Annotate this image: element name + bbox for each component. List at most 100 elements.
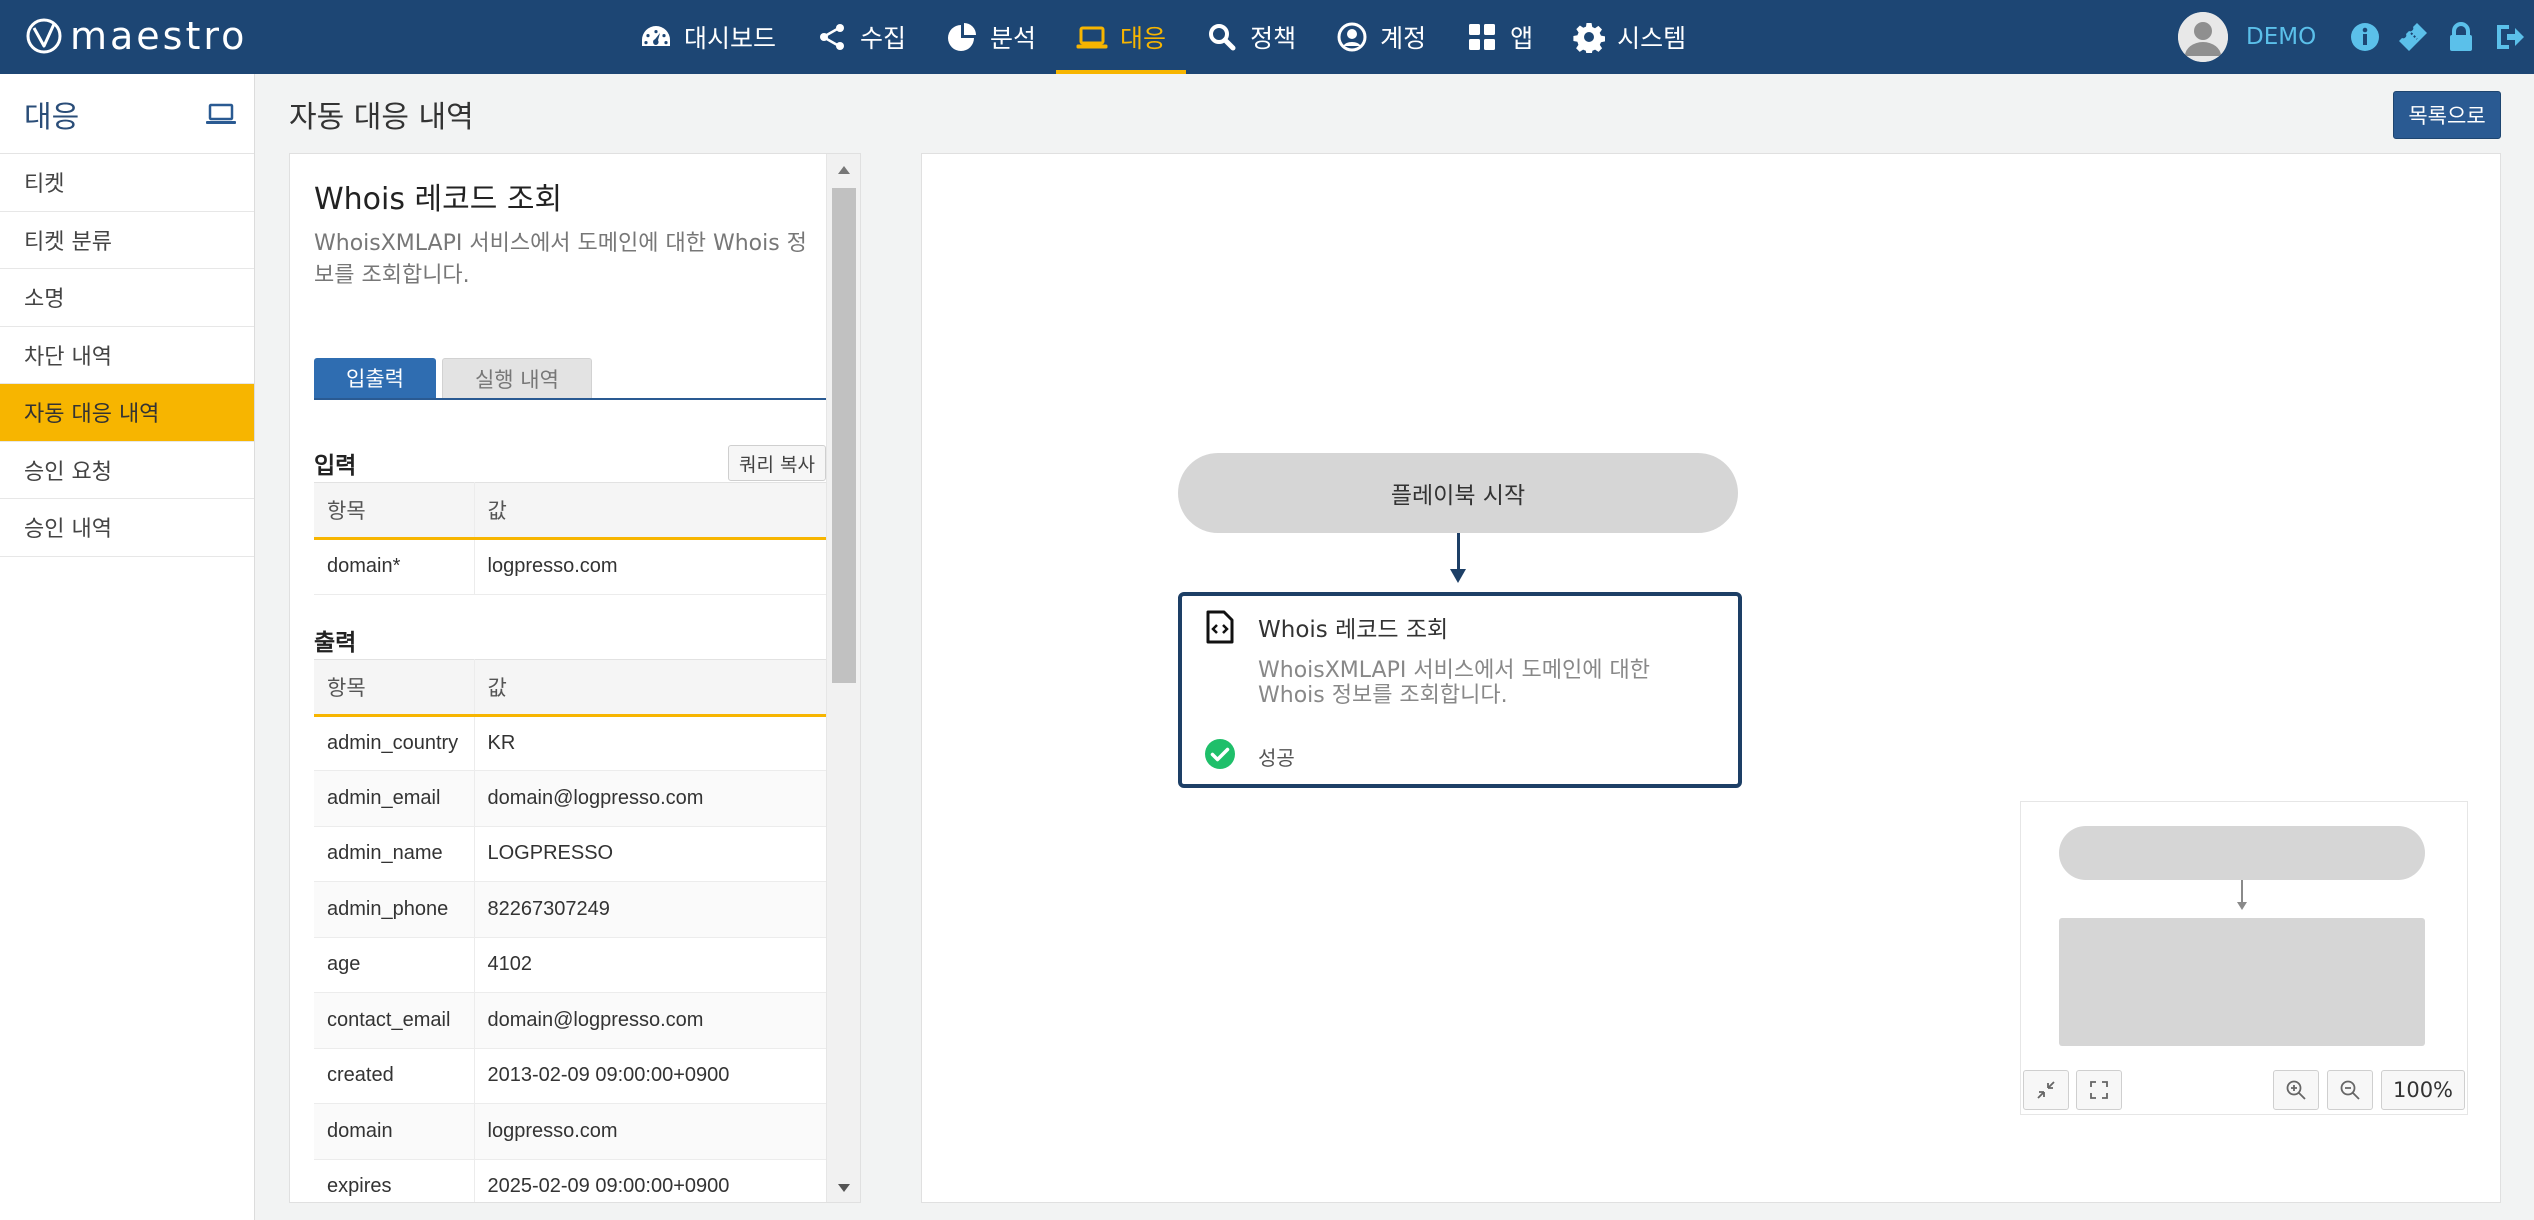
nav-item-analysis[interactable]: 분석 xyxy=(926,0,1056,74)
tab-execution-history[interactable]: 실행 내역 xyxy=(441,358,592,398)
user-circle-icon xyxy=(1337,22,1367,52)
sidebar-item-explanation[interactable]: 소명 xyxy=(0,269,254,327)
output-table: 항목 값 admin_country KR admin_email domain@l… xyxy=(314,658,826,1202)
triangle-up-icon xyxy=(838,166,850,174)
nav-label: 시스템 xyxy=(1617,24,1687,53)
row-key: created xyxy=(314,1048,475,1104)
zoom-out-button[interactable] xyxy=(2327,1070,2373,1110)
sidebar-item-block-history[interactable]: 차단 내역 xyxy=(0,327,254,384)
row-value: KR xyxy=(474,715,826,771)
logout-icon xyxy=(2497,25,2525,49)
laptop-icon xyxy=(1076,26,1108,49)
nav-item-apps[interactable]: 앱 xyxy=(1446,0,1553,74)
detail-title: Whois 레코드 조회 xyxy=(314,182,563,217)
logo-text: maestro xyxy=(70,14,248,58)
row-value: logpresso.com xyxy=(474,538,826,595)
lock-icon xyxy=(2450,22,2473,51)
nav-label: 대응 xyxy=(1120,24,1167,53)
laptop-icon xyxy=(206,103,236,124)
user-name[interactable]: DEMO xyxy=(2246,24,2316,50)
nav-item-dashboard[interactable]: 대시보드 xyxy=(620,0,796,74)
collapse-button[interactable] xyxy=(2023,1070,2069,1110)
info-button[interactable] xyxy=(2348,20,2382,54)
maestro-logo-icon xyxy=(26,18,62,54)
row-value: domain@logpresso.com xyxy=(474,770,826,827)
row-value: 2013-02-09 09:00:00+0900 xyxy=(474,1048,826,1104)
sidebar-item-label: 승인 요청 xyxy=(24,459,112,485)
copy-query-button[interactable]: 쿼리 복사 xyxy=(728,445,826,481)
flow-start-node[interactable]: 플레이북 시작 xyxy=(1178,453,1738,533)
main-nav: 대시보드 수집 분석 대응 정책 계정 앱 시스템 xyxy=(620,0,1706,74)
code-file-icon xyxy=(1206,610,1234,644)
license-button[interactable] xyxy=(2396,20,2430,54)
page-title: 자동 대응 내역 xyxy=(289,100,474,135)
flow-minimap[interactable]: 100% xyxy=(2020,801,2468,1115)
sidebar-item-auto-response-history[interactable]: 자동 대응 내역 xyxy=(0,384,254,442)
sidebar-item-ticket-category[interactable]: 티켓 분류 xyxy=(0,212,254,269)
table-header-row: 항목 값 xyxy=(314,482,826,540)
sidebar-item-ticket[interactable]: 티켓 xyxy=(0,154,254,212)
nav-item-collect[interactable]: 수집 xyxy=(796,0,926,74)
nav-item-policy[interactable]: 정책 xyxy=(1186,0,1316,74)
nav-item-account[interactable]: 계정 xyxy=(1316,0,1446,74)
avatar[interactable] xyxy=(2178,12,2228,62)
table-row: expires 2025-02-09 09:00:00+0900 xyxy=(314,1159,826,1202)
sidebar-item-label: 자동 대응 내역 xyxy=(24,402,160,428)
ticket-icon xyxy=(2399,23,2428,51)
nav-item-system[interactable]: 시스템 xyxy=(1553,0,1706,74)
row-value: 2025-02-09 09:00:00+0900 xyxy=(474,1159,826,1202)
row-key: admin_country xyxy=(314,715,475,771)
maestro-logo[interactable]: maestro xyxy=(24,14,247,58)
zoom-level[interactable]: 100% xyxy=(2381,1070,2465,1110)
row-key: age xyxy=(314,937,475,993)
playbook-flow-canvas[interactable]: 플레이북 시작 Whois 레코드 조회 WhoisXMLAPI 서비스에서 도… xyxy=(921,153,2501,1203)
back-to-list-button[interactable]: 목록으로 xyxy=(2393,91,2501,139)
output-section-title: 출력 xyxy=(314,629,357,656)
sidebar-item-label: 승인 내역 xyxy=(24,517,112,543)
row-key: admin_phone xyxy=(314,881,475,938)
search-icon xyxy=(1209,24,1236,51)
task-description: WhoisXMLAPI 서비스에서 도메인에 대한 Whois 정보를 조회합니… xyxy=(1258,658,1650,708)
table-row: admin_name LOGPRESSO xyxy=(314,826,826,882)
sidebar-title: 대응 xyxy=(24,99,80,135)
scroll-down-button[interactable] xyxy=(827,1176,860,1200)
column-header-item: 항목 xyxy=(314,658,475,717)
tab-input-output[interactable]: 입출력 xyxy=(314,358,436,398)
nav-item-response[interactable]: 대응 xyxy=(1056,0,1187,74)
table-row: age 4102 xyxy=(314,937,826,993)
column-header-value: 값 xyxy=(474,482,826,540)
row-value: 82267307249 xyxy=(474,881,826,938)
compress-icon xyxy=(2037,1081,2055,1099)
user-area: DEMO xyxy=(2178,12,2526,62)
row-key: domain* xyxy=(314,538,475,595)
scroll-thumb[interactable] xyxy=(832,188,856,683)
input-table: 항목 값 domain* logpresso.com xyxy=(314,482,826,595)
sidebar-item-approval-history[interactable]: 승인 내역 xyxy=(0,499,254,557)
table-row: domain* logpresso.com xyxy=(314,538,826,595)
table-row: admin_country KR xyxy=(314,715,826,771)
flow-task-node[interactable]: Whois 레코드 조회 WhoisXMLAPI 서비스에서 도메인에 대한 W… xyxy=(1178,592,1742,788)
logout-button[interactable] xyxy=(2492,20,2526,54)
detail-panel: Whois 레코드 조회 WhoisXMLAPI 서비스에서 도메인에 대한 W… xyxy=(289,153,861,1203)
fullscreen-icon xyxy=(2090,1081,2108,1099)
sidebar-item-label: 티켓 분류 xyxy=(24,229,112,255)
row-key: admin_name xyxy=(314,826,475,882)
column-header-item: 항목 xyxy=(314,482,475,540)
sidebar: 대응 티켓 티켓 분류 소명 차단 내역 자동 대응 내역 승인 요청 승인 내… xyxy=(0,74,255,1220)
row-value: domain@logpresso.com xyxy=(474,992,826,1049)
zoom-in-button[interactable] xyxy=(2273,1070,2319,1110)
row-value: LOGPRESSO xyxy=(474,826,826,882)
minimap-start-node xyxy=(2059,826,2425,880)
table-header-row: 항목 값 xyxy=(314,658,826,717)
fullscreen-button[interactable] xyxy=(2076,1070,2122,1110)
table-row: created 2013-02-09 09:00:00+0900 xyxy=(314,1048,826,1104)
nav-label: 분석 xyxy=(990,24,1037,53)
scroll-up-button[interactable] xyxy=(827,158,860,182)
lock-button[interactable] xyxy=(2444,20,2478,54)
sidebar-item-approval-request[interactable]: 승인 요청 xyxy=(0,442,254,499)
row-key: expires xyxy=(314,1159,475,1202)
detail-scrollbar[interactable] xyxy=(826,154,860,1202)
zoom-out-icon xyxy=(2340,1080,2360,1100)
sidebar-header: 대응 xyxy=(0,74,254,154)
share-icon xyxy=(820,24,845,50)
